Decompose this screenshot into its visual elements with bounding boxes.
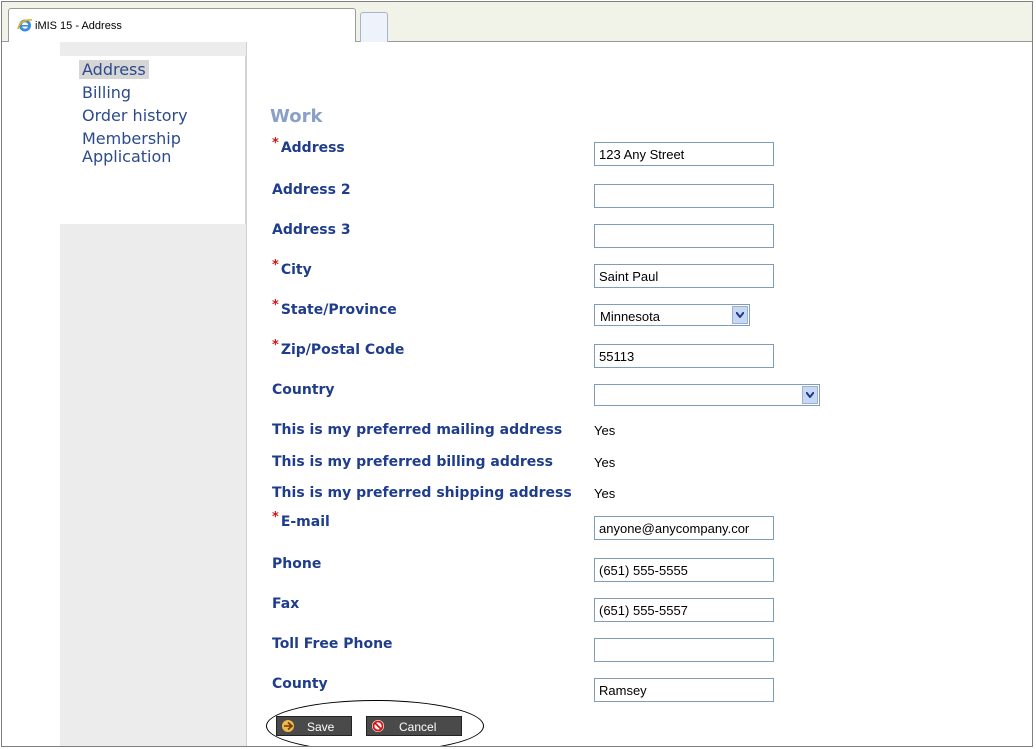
zip-label: * Zip/Postal Code	[272, 338, 405, 358]
sidebar-item-order-history[interactable]: Order history	[82, 106, 188, 125]
sidebar-item-application[interactable]: Application	[82, 147, 171, 166]
email-input[interactable]	[594, 516, 774, 540]
tollfree-label: Toll Free Phone	[272, 636, 393, 652]
county-label: County	[272, 676, 328, 692]
field-row-tollfree: Toll Free Phone	[262, 636, 822, 674]
field-row-state: * State/Province Minnesota	[262, 298, 822, 340]
chevron-down-icon[interactable]	[802, 386, 818, 404]
sidebar-divider	[246, 42, 247, 746]
field-row-phone: Phone	[262, 556, 822, 594]
cancel-button-label: Cancel	[399, 720, 437, 734]
phone-input[interactable]	[594, 558, 774, 582]
phone-label: Phone	[272, 556, 322, 572]
save-button[interactable]: Save	[276, 716, 352, 736]
field-row-city: * City	[262, 258, 822, 300]
required-marker: *	[272, 298, 279, 313]
save-button-label: Save	[307, 720, 335, 734]
address3-label: Address 3	[272, 222, 351, 238]
pref-shipping-value: Yes	[594, 486, 616, 501]
tab-title: iMIS 15 - Address	[35, 20, 122, 32]
browser-tab[interactable]: iMIS 15 - Address	[8, 8, 356, 42]
sidebar: Address Billing Order history Membership…	[60, 42, 246, 746]
address3-input[interactable]	[594, 224, 774, 248]
tollfree-input[interactable]	[594, 638, 774, 662]
field-row-address2: Address 2	[262, 182, 822, 220]
email-label: * E-mail	[272, 510, 330, 530]
required-marker: *	[272, 510, 279, 525]
country-label: Country	[272, 382, 335, 398]
sidebar-item-membership[interactable]: Membership	[82, 129, 181, 148]
required-marker: *	[272, 258, 279, 273]
cancel-icon	[372, 720, 384, 732]
address-label: * Address	[272, 136, 345, 156]
address-form: Work *Address Address 2 Address 3 *City …	[262, 42, 1032, 746]
required-marker: *	[272, 338, 279, 353]
fax-label: Fax	[272, 596, 300, 612]
county-input[interactable]	[594, 678, 774, 702]
field-row-address: * Address	[262, 136, 822, 178]
state-select[interactable]: Minnesota	[594, 304, 750, 326]
state-label: * State/Province	[272, 298, 397, 318]
section-title: Work	[270, 106, 323, 127]
pref-mailing-value: Yes	[594, 423, 616, 438]
field-row-fax: Fax	[262, 596, 822, 634]
pref-shipping-label: This is my preferred shipping address	[272, 485, 572, 501]
zip-input[interactable]	[594, 344, 774, 368]
pref-mailing-label: This is my preferred mailing address	[272, 422, 563, 438]
new-tab-button[interactable]	[360, 12, 388, 42]
city-label: * City	[272, 258, 312, 278]
pref-billing-value: Yes	[594, 455, 616, 470]
field-row-address3: Address 3	[262, 222, 822, 260]
sidebar-item-address[interactable]: Address	[79, 60, 149, 79]
address2-label: Address 2	[272, 182, 351, 198]
address-input[interactable]	[594, 142, 774, 166]
cancel-button[interactable]: Cancel	[366, 716, 462, 736]
internet-explorer-icon	[17, 19, 33, 32]
pref-billing-label: This is my preferred billing address	[272, 454, 553, 470]
sidebar-menu: Address Billing Order history Membership…	[60, 56, 246, 224]
chevron-down-icon[interactable]	[732, 306, 748, 324]
fax-input[interactable]	[594, 598, 774, 622]
save-icon	[282, 720, 294, 732]
field-row-country: Country	[262, 382, 822, 420]
state-select-value: Minnesota	[600, 309, 660, 324]
browser-frame: iMIS 15 - Address Address Billing Order …	[1, 1, 1033, 747]
address2-input[interactable]	[594, 184, 774, 208]
required-marker: *	[272, 136, 279, 151]
city-input[interactable]	[594, 264, 774, 288]
field-row-zip: * Zip/Postal Code	[262, 338, 822, 380]
country-select[interactable]	[594, 384, 820, 406]
sidebar-item-billing[interactable]: Billing	[82, 83, 131, 102]
tab-bar: iMIS 15 - Address	[2, 2, 1032, 42]
field-row-email: * E-mail	[262, 510, 822, 552]
